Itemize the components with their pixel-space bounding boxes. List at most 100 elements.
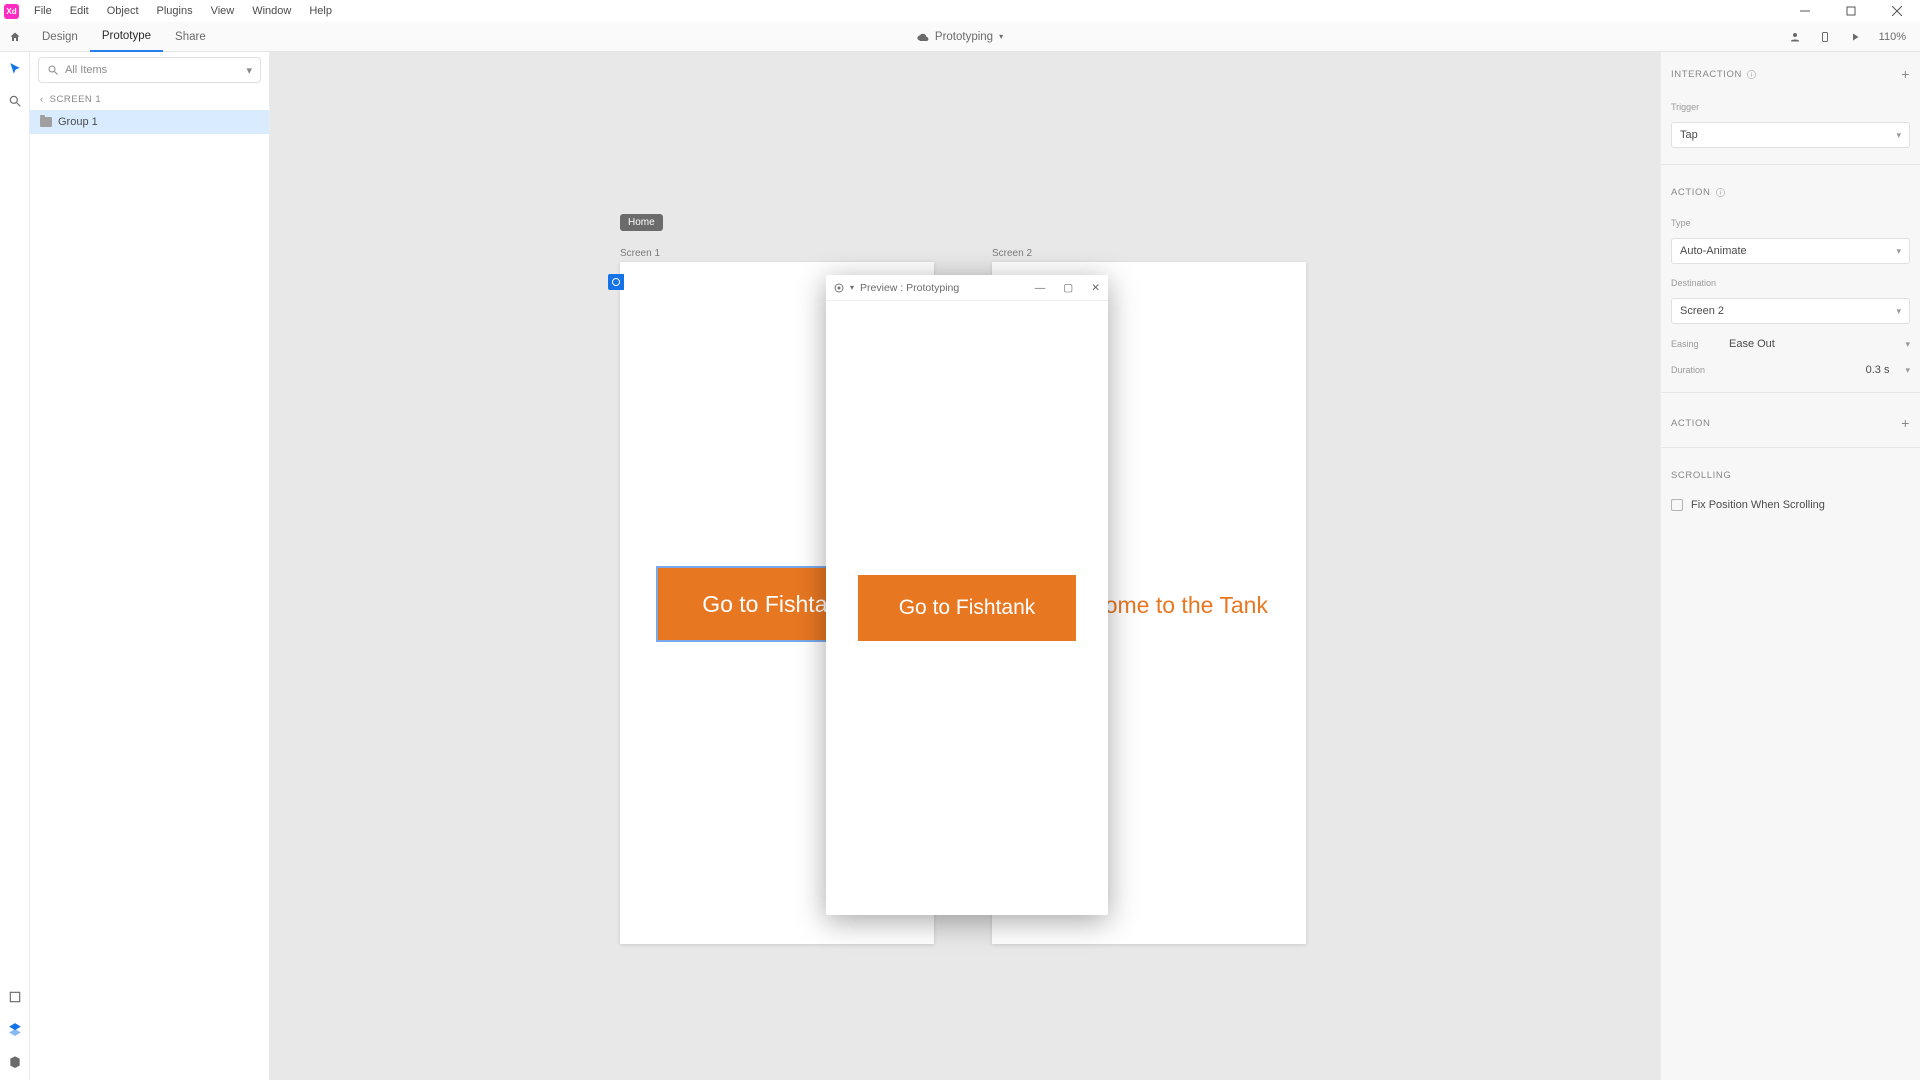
- search-icon: [47, 64, 59, 76]
- document-title[interactable]: Prototyping ▾: [917, 31, 1003, 43]
- zoom-level[interactable]: 110%: [1879, 31, 1906, 43]
- plugins-icon: [8, 1054, 22, 1068]
- easing-label: Easing: [1671, 339, 1719, 349]
- window-close-button[interactable]: [1874, 0, 1920, 22]
- preview-go-to-fishtank-button[interactable]: Go to Fishtank: [858, 575, 1076, 641]
- document-name: Prototyping: [935, 31, 993, 43]
- menu-plugins[interactable]: Plugins: [148, 5, 202, 17]
- app-badge: Xd: [4, 4, 19, 19]
- easing-value: Ease Out: [1729, 338, 1775, 350]
- info-icon[interactable]: i: [1746, 69, 1757, 80]
- chevron-down-icon: ▾: [1896, 130, 1901, 141]
- record-icon[interactable]: [834, 283, 844, 293]
- easing-row[interactable]: Easing Ease Out ▾: [1671, 338, 1910, 350]
- breadcrumb-label: SCREEN 1: [50, 94, 102, 105]
- destination-value: Screen 2: [1680, 305, 1724, 317]
- trigger-value: Tap: [1680, 129, 1698, 141]
- menu-view[interactable]: View: [202, 5, 244, 17]
- fix-position-checkbox[interactable]: Fix Position When Scrolling: [1671, 499, 1910, 511]
- interaction-section-header: INTERACTION i +: [1671, 60, 1910, 88]
- trigger-label: Trigger: [1671, 102, 1910, 112]
- search-tool[interactable]: [6, 92, 24, 110]
- add-action-button[interactable]: +: [1901, 415, 1910, 431]
- desktop-preview-icon[interactable]: [1849, 31, 1861, 43]
- menu-file[interactable]: File: [25, 5, 61, 17]
- action-heading: ACTION: [1671, 187, 1711, 198]
- user-icon[interactable]: [1789, 31, 1801, 43]
- layers-search[interactable]: All Items ▾: [38, 57, 261, 83]
- menu-edit[interactable]: Edit: [61, 5, 98, 17]
- tab-prototype[interactable]: Prototype: [90, 22, 163, 52]
- action-section-header: ACTION i: [1671, 181, 1910, 204]
- window-minimize-button[interactable]: [1782, 0, 1828, 22]
- svg-text:i: i: [1751, 72, 1753, 78]
- preview-minimize-button[interactable]: —: [1035, 282, 1046, 294]
- trigger-dropdown[interactable]: Tap ▾: [1671, 122, 1910, 148]
- menu-help[interactable]: Help: [300, 5, 341, 17]
- chevron-down-icon: ▾: [1896, 246, 1901, 257]
- preview-body[interactable]: Go to Fishtank: [826, 301, 1108, 915]
- duration-value: 0.3 s: [1866, 364, 1890, 376]
- layer-row-group1[interactable]: Group 1: [30, 110, 269, 134]
- home-icon: [9, 31, 21, 43]
- cloud-icon: [917, 31, 929, 43]
- layers-search-placeholder: All Items: [65, 64, 107, 76]
- plugins-button[interactable]: [6, 1052, 24, 1070]
- action2-heading: ACTION: [1671, 418, 1711, 429]
- type-dropdown[interactable]: Auto-Animate ▾: [1671, 238, 1910, 264]
- artboard1-label[interactable]: Screen 1: [620, 248, 660, 259]
- type-value: Auto-Animate: [1680, 245, 1747, 257]
- add-interaction-button[interactable]: +: [1901, 66, 1910, 82]
- tab-design[interactable]: Design: [30, 22, 90, 52]
- layer-name: Group 1: [58, 116, 98, 128]
- preview-close-button[interactable]: ✕: [1091, 282, 1100, 294]
- preview-title: Preview : Prototyping: [860, 282, 959, 294]
- pointer-icon: [8, 62, 22, 76]
- layers-icon: [8, 1022, 22, 1036]
- type-label: Type: [1671, 218, 1910, 228]
- libraries-icon: [8, 990, 22, 1004]
- fix-position-label: Fix Position When Scrolling: [1691, 499, 1825, 511]
- canvas[interactable]: Home Screen 1 Go to Fishtank Screen 2 We…: [270, 52, 1660, 1080]
- chevron-down-icon[interactable]: ▾: [850, 283, 854, 292]
- layers-panel: All Items ▾ ‹ SCREEN 1 Group 1: [30, 52, 270, 1080]
- layers-button[interactable]: [6, 1020, 24, 1038]
- svg-text:i: i: [1719, 190, 1721, 196]
- info-icon[interactable]: i: [1715, 187, 1726, 198]
- destination-dropdown[interactable]: Screen 2 ▾: [1671, 298, 1910, 324]
- chevron-down-icon: ▾: [1905, 365, 1910, 376]
- chevron-down-icon: ▾: [246, 64, 252, 77]
- menu-window[interactable]: Window: [243, 5, 300, 17]
- menu-object[interactable]: Object: [98, 5, 148, 17]
- chevron-down-icon: ▾: [999, 32, 1003, 41]
- tab-share[interactable]: Share: [163, 22, 218, 52]
- folder-icon: [40, 117, 52, 127]
- preview-maximize-button[interactable]: ▢: [1063, 282, 1073, 294]
- workspace: All Items ▾ ‹ SCREEN 1 Group 1 Home Scre…: [0, 52, 1920, 1080]
- flow-anchor[interactable]: [608, 274, 624, 290]
- libraries-button[interactable]: [6, 988, 24, 1006]
- mobile-preview-icon[interactable]: [1819, 31, 1831, 43]
- scrolling-heading: SCROLLING: [1671, 470, 1731, 481]
- action2-section-header: ACTION +: [1671, 409, 1910, 437]
- preview-window[interactable]: ▾ Preview : Prototyping — ▢ ✕ Go to Fish…: [826, 275, 1108, 915]
- duration-label: Duration: [1671, 365, 1719, 375]
- layers-breadcrumb[interactable]: ‹ SCREEN 1: [30, 88, 269, 110]
- inspector-panel: INTERACTION i + Trigger Tap ▾ ACTION i T…: [1660, 52, 1920, 1080]
- chevron-down-icon: ▾: [1896, 306, 1901, 317]
- select-tool[interactable]: [6, 60, 24, 78]
- chevron-left-icon: ‹: [40, 94, 44, 105]
- title-bar: Xd File Edit Object Plugins View Window …: [0, 0, 1920, 22]
- duration-row[interactable]: Duration 0.3 s ▾: [1671, 364, 1910, 376]
- artboard2-label[interactable]: Screen 2: [992, 248, 1032, 259]
- home-button[interactable]: [0, 31, 30, 43]
- checkbox-icon: [1671, 499, 1683, 511]
- window-maximize-button[interactable]: [1828, 0, 1874, 22]
- context-bar: Design Prototype Share Prototyping ▾ 110…: [0, 22, 1920, 52]
- interaction-heading: INTERACTION: [1671, 69, 1742, 80]
- search-icon: [8, 94, 22, 108]
- home-flow-chip[interactable]: Home: [620, 214, 663, 231]
- scrolling-section-header: SCROLLING: [1671, 464, 1910, 487]
- chevron-down-icon: ▾: [1905, 339, 1910, 350]
- preview-titlebar[interactable]: ▾ Preview : Prototyping — ▢ ✕: [826, 275, 1108, 301]
